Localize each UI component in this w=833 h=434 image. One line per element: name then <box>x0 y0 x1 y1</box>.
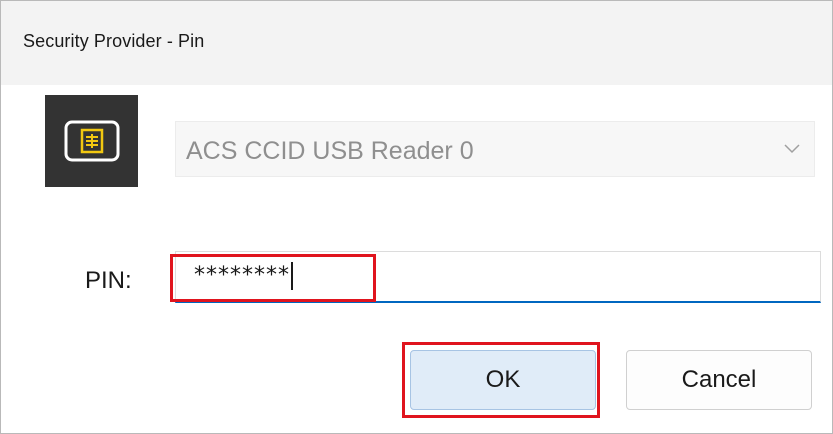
dialog-content: ACS CCID USB Reader 0 PIN: ******** OK C… <box>1 85 832 433</box>
window-title: Security Provider - Pin <box>23 31 205 51</box>
ok-button[interactable]: OK <box>410 350 596 410</box>
pin-input[interactable]: ******** <box>175 251 821 303</box>
reader-select[interactable]: ACS CCID USB Reader 0 <box>175 121 815 177</box>
pin-input-value: ******** <box>194 262 293 290</box>
pin-masked-text: ******** <box>194 263 290 288</box>
chevron-down-icon <box>784 144 800 154</box>
cancel-button[interactable]: Cancel <box>626 350 812 410</box>
title-bar: Security Provider - Pin <box>1 1 832 85</box>
reader-select-value: ACS CCID USB Reader 0 <box>186 137 474 165</box>
pin-label: PIN: <box>85 267 132 294</box>
text-caret <box>291 262 293 290</box>
reader-icon-tile <box>45 95 138 187</box>
security-provider-dialog: Security Provider - Pin ACS CCID USB Rea… <box>0 0 833 434</box>
smartcard-reader-icon <box>64 120 120 162</box>
